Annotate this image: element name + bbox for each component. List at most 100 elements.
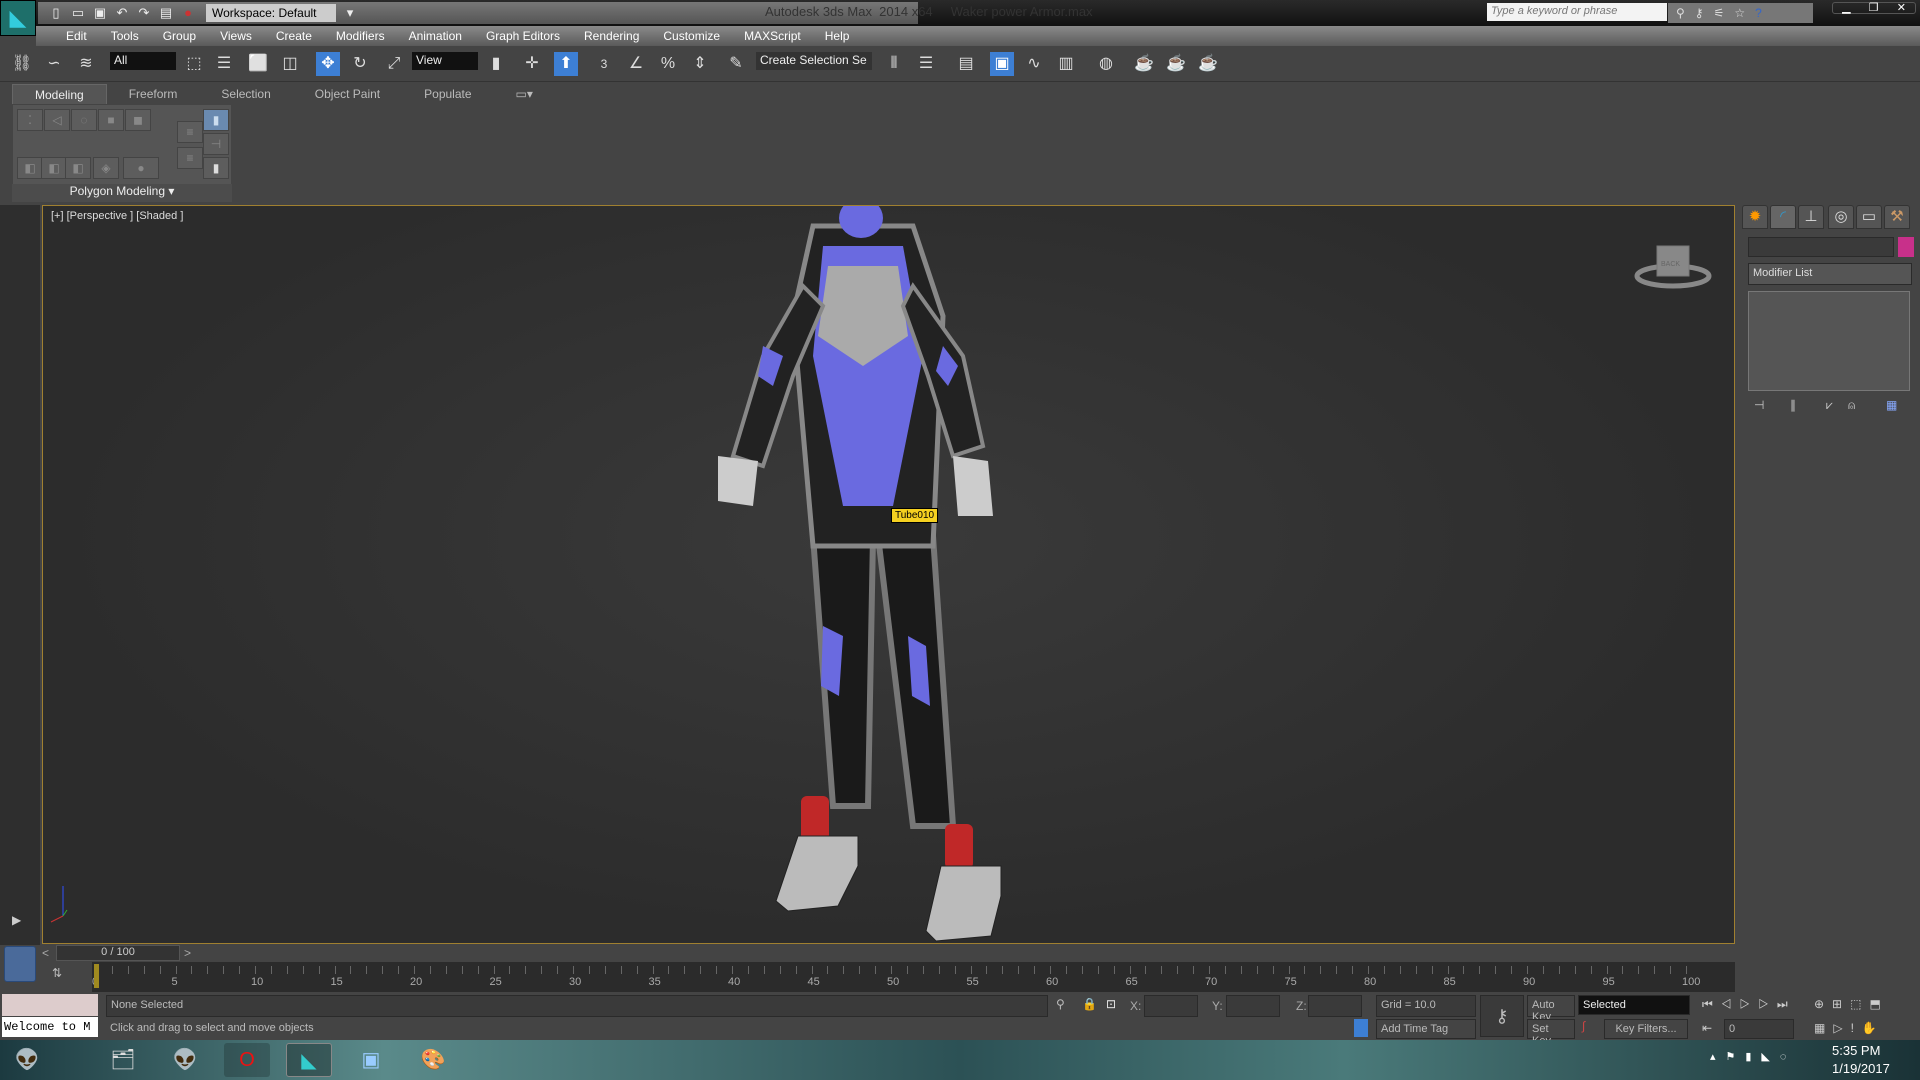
search-input[interactable]: Type a keyword or phrase [1487, 3, 1667, 21]
viewcube[interactable]: BACK [1633, 236, 1713, 296]
material-editor-icon[interactable]: ◍ [1094, 52, 1118, 76]
motion-tab-icon[interactable]: ◎ [1828, 205, 1854, 229]
modifier-list-dropdown[interactable]: Modifier List [1748, 263, 1912, 285]
lock-icon[interactable]: 🔒 [1082, 997, 1097, 1011]
modify-tab-icon[interactable]: ◜ [1770, 205, 1796, 229]
move-down-icon[interactable]: ≡ [177, 147, 203, 169]
restore-icon[interactable]: ❐ [1869, 3, 1879, 14]
menu-modifiers[interactable]: Modifiers [326, 26, 399, 46]
named-selection-set-dropdown[interactable]: Create Selection Se [756, 52, 872, 70]
keyboard-shortcut-override-icon[interactable]: ⬆ [554, 52, 578, 76]
project-folder-icon[interactable]: ▤ [158, 5, 174, 21]
element-icon[interactable]: ◼ [125, 109, 151, 131]
polygon-modeling-panel-label[interactable]: Polygon Modeling ▾ [12, 184, 232, 202]
key-filters-button[interactable]: Key Filters... [1604, 1019, 1688, 1039]
collapse-stack-icon[interactable]: ▮ [203, 157, 229, 179]
bind-space-warp-icon[interactable]: ≋ [74, 52, 98, 76]
tab-populate[interactable]: Populate [402, 84, 493, 104]
minimize-icon[interactable]: ▁ [1842, 3, 1850, 14]
set-key-button[interactable]: Set Key [1527, 1019, 1575, 1047]
menu-views[interactable]: Views [210, 26, 266, 46]
track-bar[interactable]: 0510152025303540455055606570758085909510… [92, 962, 1735, 992]
angle-snap-icon[interactable]: ∠ [624, 52, 648, 76]
menu-group[interactable]: Group [153, 26, 210, 46]
set-key-mode-icon[interactable]: ⚷ [1480, 995, 1524, 1037]
selection-filter-dropdown[interactable]: All [110, 52, 176, 70]
key-mode-dropdown[interactable]: Selected [1578, 995, 1690, 1015]
rectangular-selection-icon[interactable]: ⬜ [246, 52, 270, 76]
show-end-result-icon[interactable]: ∥ [1790, 398, 1796, 412]
manipulate-icon[interactable]: ✛ [520, 52, 544, 76]
viewport-label[interactable]: [+] [Perspective ] [Shaded ] [51, 210, 183, 222]
mini-curve-editor-toggle[interactable] [4, 946, 36, 982]
next-frame-icon[interactable]: > [184, 946, 191, 960]
tab-object-paint[interactable]: Object Paint [293, 84, 402, 104]
make-unique-icon[interactable]: ⩗ [1826, 398, 1833, 413]
align-icon[interactable]: ☰ [914, 52, 938, 76]
soft-selection-icon[interactable]: ● [123, 157, 159, 179]
satellite-icon[interactable]: ⚟ [1714, 6, 1725, 20]
menu-animation[interactable]: Animation [399, 26, 476, 46]
y-coordinate-input[interactable] [1226, 995, 1280, 1017]
add-time-tag-button[interactable]: Add Time Tag [1376, 1019, 1476, 1039]
z-coordinate-input[interactable] [1308, 995, 1362, 1017]
tab-selection[interactable]: Selection [199, 84, 292, 104]
system-tray-icons[interactable]: ▴⚑▮◣◌ [1710, 1050, 1796, 1063]
binoculars-icon[interactable]: ⚲ [1676, 6, 1685, 20]
select-and-move-icon[interactable]: ✥ [316, 52, 340, 76]
edge-icon[interactable]: ◁ [44, 109, 70, 131]
start-button[interactable]: 👽 [4, 1043, 50, 1077]
clock-date[interactable]: 1/19/2017 [1832, 1061, 1890, 1076]
create-tab-icon[interactable]: ✹ [1742, 205, 1768, 229]
link-icon[interactable]: ⛓ [10, 52, 34, 76]
tab-modeling[interactable]: Modeling [12, 84, 107, 104]
menu-maxscript[interactable]: MAXScript [734, 26, 815, 46]
modifier-stack[interactable] [1748, 291, 1910, 391]
vertex-icon[interactable]: ⁚ [17, 109, 43, 131]
select-by-name-icon[interactable]: ☰ [212, 52, 236, 76]
pin-stack-icon[interactable]: ⊣ [203, 133, 229, 155]
maxscript-mini-listener-pink[interactable] [2, 994, 98, 1016]
open-mini-curve-editor-icon[interactable]: ⇅ [52, 966, 62, 980]
perspective-viewport[interactable]: [+] [Perspective ] [Shaded ] BACK Tube01… [42, 205, 1735, 944]
unlink-icon[interactable]: ∽ [42, 52, 66, 76]
undo-icon[interactable]: ↶ [114, 5, 130, 21]
menu-graph-editors[interactable]: Graph Editors [476, 26, 574, 46]
object-name-field[interactable] [1748, 237, 1894, 257]
taskbar-file-manager-icon[interactable]: 🗂 [100, 1043, 146, 1077]
prev-frame-icon[interactable]: < [42, 946, 49, 960]
chevron-down-icon[interactable]: ▾ [342, 5, 358, 21]
preview-selection-icon[interactable]: ◈ [93, 157, 119, 179]
default-tangent-icon[interactable]: ∫ [1582, 1019, 1585, 1033]
pin-stack-icon[interactable]: ⊣ [1754, 398, 1764, 412]
utilities-tab-icon[interactable]: ⚒ [1884, 205, 1910, 229]
tab-freeform[interactable]: Freeform [107, 84, 200, 104]
configure-modifier-sets-icon[interactable]: ▦ [1886, 398, 1897, 412]
snaps-toggle-icon[interactable]: 3 [592, 52, 616, 76]
object-color-swatch[interactable] [1898, 237, 1914, 257]
armor-character-model[interactable] [623, 206, 1143, 945]
hierarchy-tab-icon[interactable]: ⊥ [1798, 205, 1824, 229]
select-object-icon[interactable]: ⬚ [182, 52, 206, 76]
taskbar-3dsmax-icon[interactable]: ◣ [286, 1043, 332, 1077]
taskbar-photo-viewer-icon[interactable]: ▣ [348, 1043, 394, 1077]
key-mode-toggle-icon[interactable]: ⇤ [1702, 1021, 1712, 1035]
schematic-view-icon[interactable]: ▥ [1054, 52, 1078, 76]
move-up-icon[interactable]: ≡ [177, 121, 203, 143]
select-by-vertex-icon[interactable]: ◧ [17, 157, 43, 179]
pivot-center-icon[interactable]: ▮ [484, 52, 508, 76]
render-setup-icon[interactable]: ☕ [1132, 52, 1156, 76]
menu-rendering[interactable]: Rendering [574, 26, 653, 46]
absolute-mode-icon[interactable]: ⊡ [1106, 997, 1116, 1011]
select-and-rotate-icon[interactable]: ↻ [348, 52, 372, 76]
x-coordinate-input[interactable] [1144, 995, 1198, 1017]
remove-modifier-icon[interactable]: ⍝ [1848, 398, 1855, 413]
spinner-snap-icon[interactable]: ⇕ [688, 52, 712, 76]
polygon-icon[interactable]: ■ [98, 109, 124, 131]
percent-snap-icon[interactable]: % [656, 52, 680, 76]
taskbar-opera-icon[interactable]: O [224, 1043, 270, 1077]
taskbar-alienware-icon[interactable]: 👽 [162, 1043, 208, 1077]
key-icon[interactable]: ⚷ [1695, 6, 1704, 20]
help-icon[interactable]: ? [1755, 6, 1762, 20]
workspace-dropdown[interactable]: Workspace: Default [206, 4, 336, 22]
